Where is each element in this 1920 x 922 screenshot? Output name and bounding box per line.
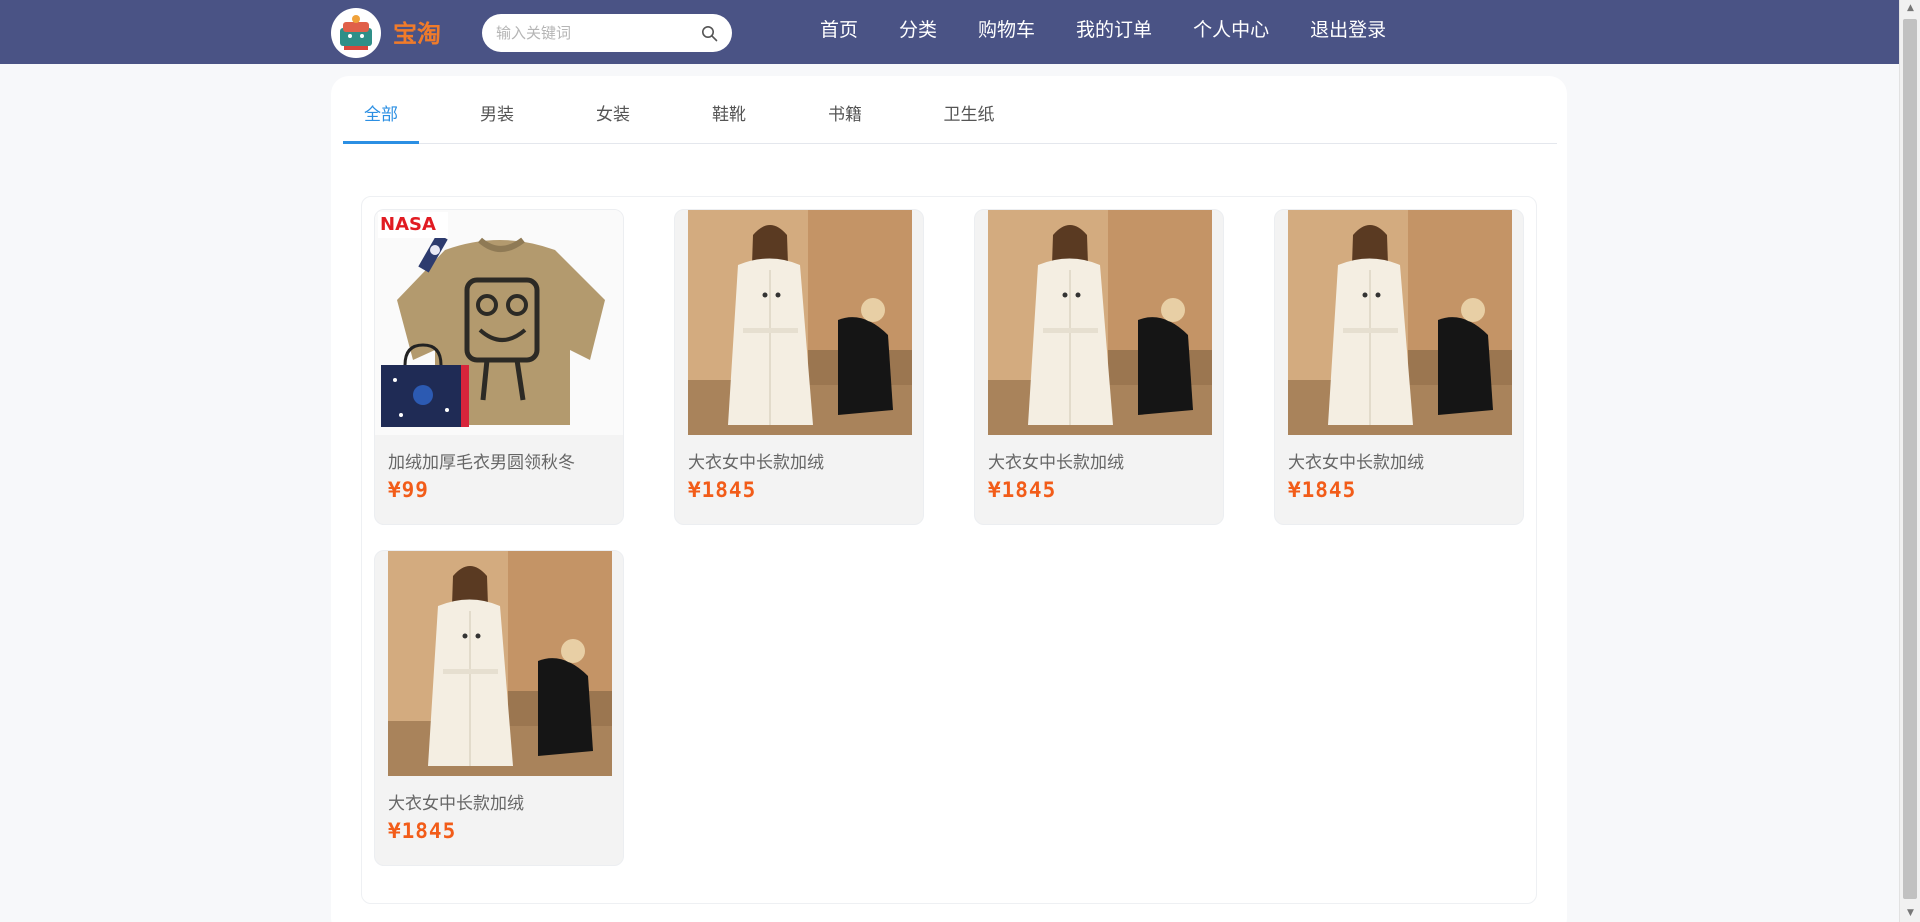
top-navbar: 宝淘 首页 分类 购物车 我的订单 个人中心 退出登录 xyxy=(0,0,1899,64)
product-name[interactable]: 大衣女中长款加绒 xyxy=(388,789,524,814)
category-tabs: 全部 男装 女装 鞋靴 书籍 卫生纸 xyxy=(343,96,1557,144)
nav-category[interactable]: 分类 xyxy=(899,0,937,60)
search-input[interactable] xyxy=(496,14,696,52)
nav-cart[interactable]: 购物车 xyxy=(978,0,1035,60)
product-image-coat[interactable] xyxy=(988,210,1212,435)
product-price: ¥1845 xyxy=(688,478,757,502)
tab-all[interactable]: 全部 xyxy=(343,96,419,144)
product-price: ¥1845 xyxy=(1288,478,1357,502)
product-card[interactable]: 大衣女中长款加绒 ¥1845 xyxy=(674,209,924,525)
product-name[interactable]: 大衣女中长款加绒 xyxy=(988,448,1124,473)
product-price: ¥1845 xyxy=(988,478,1057,502)
product-card[interactable]: NASA 加绒加厚毛衣男圆领秋冬 ¥99 xyxy=(374,209,624,525)
product-price: ¥99 xyxy=(388,478,429,502)
scroll-down-arrow-icon[interactable]: ▼ xyxy=(1900,905,1920,922)
scroll-up-arrow-icon[interactable]: ▲ xyxy=(1900,0,1920,17)
product-image-coat[interactable] xyxy=(1288,210,1512,435)
logo-image[interactable] xyxy=(331,8,381,58)
nasa-logo: NASA xyxy=(380,214,436,235)
brand-name[interactable]: 宝淘 xyxy=(393,14,441,49)
nav-profile[interactable]: 个人中心 xyxy=(1193,0,1269,60)
product-image-sweater[interactable]: NASA xyxy=(375,210,623,435)
search-box xyxy=(482,14,732,52)
active-tab-indicator xyxy=(343,141,419,144)
tab-menswear[interactable]: 男装 xyxy=(459,96,535,144)
product-price: ¥1845 xyxy=(388,819,457,843)
tab-books[interactable]: 书籍 xyxy=(807,96,883,144)
product-image-coat[interactable] xyxy=(388,551,612,776)
product-image-coat[interactable] xyxy=(688,210,912,435)
product-name[interactable]: 大衣女中长款加绒 xyxy=(1288,448,1424,473)
tab-womenswear[interactable]: 女装 xyxy=(575,96,651,144)
scroll-thumb[interactable] xyxy=(1903,19,1917,899)
product-name[interactable]: 大衣女中长款加绒 xyxy=(688,448,824,473)
product-card[interactable]: 大衣女中长款加绒 ¥1845 xyxy=(374,550,624,866)
product-card[interactable]: 大衣女中长款加绒 ¥1845 xyxy=(1274,209,1524,525)
nav-home[interactable]: 首页 xyxy=(820,0,858,60)
nav-my-orders[interactable]: 我的订单 xyxy=(1076,0,1152,60)
vertical-scrollbar[interactable]: ▲ ▼ xyxy=(1899,0,1920,922)
search-icon[interactable] xyxy=(701,25,718,42)
tab-shoes[interactable]: 鞋靴 xyxy=(691,96,767,144)
content-panel: 全部 男装 女装 鞋靴 书籍 卫生纸 NASA 加绒加厚毛衣男圆领秋冬 ¥99 … xyxy=(331,76,1567,922)
product-grid: NASA 加绒加厚毛衣男圆领秋冬 ¥99 大衣女中长款加绒 ¥1845 大衣女中… xyxy=(361,196,1537,904)
product-name[interactable]: 加绒加厚毛衣男圆领秋冬 xyxy=(388,448,575,473)
product-card[interactable]: 大衣女中长款加绒 ¥1845 xyxy=(974,209,1224,525)
nav-logout[interactable]: 退出登录 xyxy=(1310,0,1386,60)
main-nav: 首页 分类 购物车 我的订单 个人中心 退出登录 xyxy=(820,0,1427,60)
tab-toilet-paper[interactable]: 卫生纸 xyxy=(923,96,1015,144)
